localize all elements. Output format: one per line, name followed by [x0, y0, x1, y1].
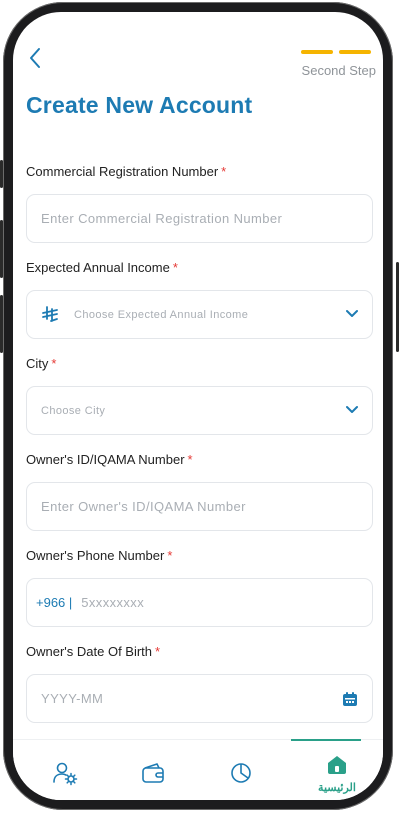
income-select[interactable]: Choose Expected Annual Income: [26, 290, 373, 339]
tab-profile-settings[interactable]: [19, 740, 111, 800]
page-title: Create New Account: [26, 92, 253, 118]
back-button[interactable]: [26, 46, 46, 70]
required-marker: *: [221, 164, 227, 179]
step-label: Second Step: [301, 63, 376, 78]
required-marker: *: [155, 644, 161, 659]
owner-id-input[interactable]: Enter Owner's ID/IQAMA Number: [26, 482, 373, 531]
step-bar-1: [301, 50, 333, 54]
phone-label: Owner's Phone Number *: [26, 548, 172, 563]
tab-home-label: الرئيسية: [318, 782, 356, 794]
required-marker: *: [51, 356, 57, 371]
required-marker: *: [187, 452, 193, 467]
crn-placeholder: Enter Commercial Registration Number: [41, 211, 283, 226]
crn-label: Commercial Registration Number *: [26, 164, 226, 179]
crn-input[interactable]: Enter Commercial Registration Number: [26, 194, 373, 243]
owner-id-label: Owner's ID/IQAMA Number *: [26, 452, 193, 467]
tab-reports[interactable]: [195, 740, 287, 800]
city-label: City *: [26, 356, 56, 371]
dob-label: Owner's Date Of Birth *: [26, 644, 160, 659]
chevron-down-icon: [346, 310, 358, 317]
city-select[interactable]: Choose City: [26, 386, 373, 435]
phone-frame: Second Step Create New Account Commercia…: [0, 0, 399, 815]
step-bar-2: [339, 50, 371, 54]
bottom-tab-bar: الرئيسية: [13, 739, 383, 800]
country-code-prefix: +966 |: [36, 595, 73, 610]
app-screen: Second Step Create New Account Commercia…: [13, 12, 383, 800]
mute-switch: [0, 160, 3, 188]
tab-home[interactable]: الرئيسية: [291, 739, 383, 800]
step-progress: [301, 50, 371, 54]
owner-id-label-text: Owner's ID/IQAMA Number: [26, 452, 185, 467]
phone-placeholder: 5xxxxxxxx: [81, 595, 145, 610]
dob-placeholder: YYYY-MM: [41, 691, 104, 706]
dob-input[interactable]: YYYY-MM: [26, 674, 373, 723]
required-marker: *: [167, 548, 173, 563]
tab-wallet[interactable]: [107, 740, 199, 800]
income-label: Expected Annual Income *: [26, 260, 178, 275]
riyal-icon: [42, 306, 58, 322]
home-icon: [328, 756, 346, 774]
required-marker: *: [172, 260, 178, 275]
phone-input[interactable]: +966 | 5xxxxxxxx: [26, 578, 373, 627]
phone-label-text: Owner's Phone Number: [26, 548, 165, 563]
dob-label-text: Owner's Date Of Birth: [26, 644, 153, 659]
volume-down-button: [0, 295, 3, 353]
pie-chart-icon: [231, 763, 251, 783]
city-placeholder: Choose City: [41, 404, 106, 417]
income-label-text: Expected Annual Income: [26, 260, 170, 275]
active-tab-indicator: [291, 739, 361, 741]
calendar-icon[interactable]: [342, 691, 358, 707]
chevron-left-icon: [30, 48, 40, 68]
city-label-text: City: [26, 356, 49, 371]
user-settings-icon: [53, 762, 78, 786]
income-placeholder: Choose Expected Annual Income: [74, 308, 249, 321]
wallet-icon: [142, 763, 164, 783]
chevron-down-icon: [346, 406, 358, 413]
volume-up-button: [0, 220, 3, 278]
owner-id-placeholder: Enter Owner's ID/IQAMA Number: [41, 499, 246, 514]
crn-label-text: Commercial Registration Number: [26, 164, 219, 179]
